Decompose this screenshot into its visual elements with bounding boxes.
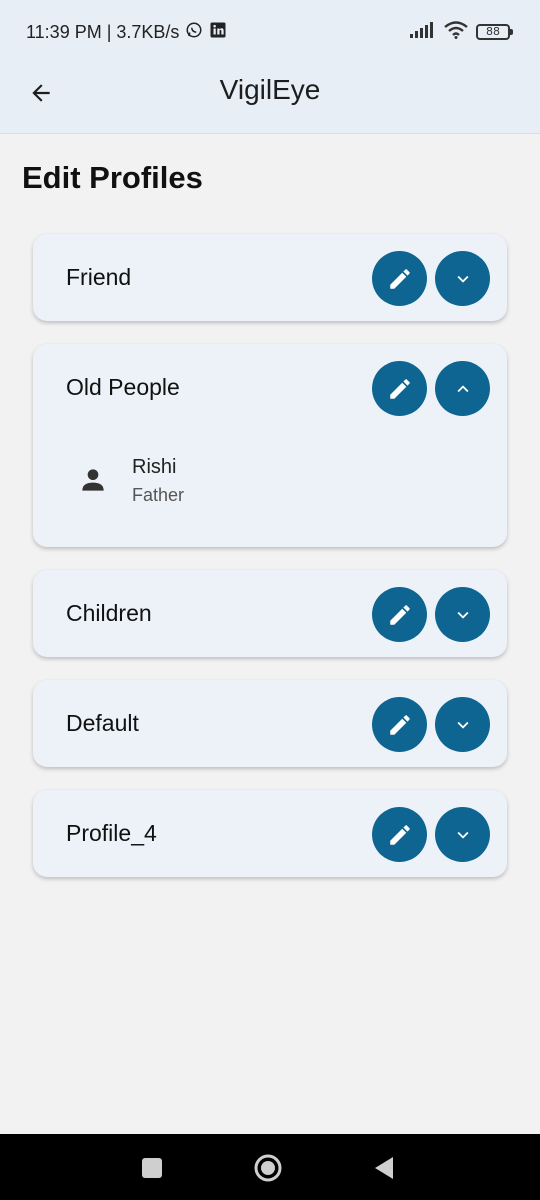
expand-profile-button[interactable] xyxy=(435,807,490,862)
expand-profile-button[interactable] xyxy=(435,251,490,306)
chevron-down-icon xyxy=(457,275,468,283)
home-button[interactable] xyxy=(248,1148,288,1188)
recents-square-icon xyxy=(142,1158,162,1178)
back-triangle-icon xyxy=(375,1157,393,1179)
status-time-speed: 11:39 PM | 3.7KB/s xyxy=(26,21,180,42)
recents-button[interactable] xyxy=(132,1148,172,1188)
chevron-down-icon xyxy=(457,831,468,839)
profile-name: Friend xyxy=(66,264,132,290)
profile-name: Profile_4 xyxy=(66,820,157,846)
expand-profile-button[interactable] xyxy=(435,587,490,642)
whatsapp-icon xyxy=(185,21,203,44)
edit-profile-button[interactable] xyxy=(372,807,427,862)
edit-profile-button[interactable] xyxy=(372,697,427,752)
status-bar: 11:39 PM | 3.7KB/s 88 xyxy=(0,0,540,62)
member-item[interactable]: Rishi Father xyxy=(77,452,377,512)
profile-card-old-people: Old People Rishi Father xyxy=(33,344,507,547)
chevron-down-icon xyxy=(457,721,468,729)
chevron-down-icon xyxy=(457,611,468,619)
wifi-icon xyxy=(444,20,468,44)
profile-name: Old People xyxy=(66,374,180,400)
pencil-icon xyxy=(389,714,410,735)
signal-icon xyxy=(410,21,436,43)
profile-name: Default xyxy=(66,710,139,736)
status-right: 88 xyxy=(410,20,513,44)
chevron-up-icon xyxy=(457,384,468,392)
profile-card-friend: Friend xyxy=(33,234,507,321)
profile-card-children: Children xyxy=(33,570,507,657)
status-left: 11:39 PM | 3.7KB/s xyxy=(26,20,227,44)
pencil-icon xyxy=(389,268,410,289)
page-title: Edit Profiles xyxy=(22,160,203,195)
edit-profile-button[interactable] xyxy=(372,251,427,306)
member-relation: Father xyxy=(132,485,185,505)
collapse-profile-button[interactable] xyxy=(435,361,490,416)
person-icon xyxy=(82,469,104,491)
system-nav-bar xyxy=(0,1134,540,1200)
profile-card-default: Default xyxy=(33,680,507,767)
system-back-button[interactable] xyxy=(364,1148,404,1188)
app-title: VigilEye xyxy=(219,74,321,105)
pencil-icon xyxy=(389,824,410,845)
battery-icon: 88 xyxy=(476,24,513,40)
app-bar: VigilEye xyxy=(0,62,540,122)
top-bar: 11:39 PM | 3.7KB/s 88 VigilEye xyxy=(0,0,540,134)
linkedin-icon xyxy=(209,21,227,44)
expand-profile-button[interactable] xyxy=(435,697,490,752)
home-circle-icon xyxy=(254,1154,282,1182)
pencil-icon xyxy=(389,604,410,625)
edit-profile-button[interactable] xyxy=(372,587,427,642)
profile-name: Children xyxy=(66,600,152,626)
pencil-icon xyxy=(389,378,410,399)
edit-profile-button[interactable] xyxy=(372,361,427,416)
profile-card-profile-4: Profile_4 xyxy=(33,790,507,877)
member-name: Rishi xyxy=(132,456,177,478)
